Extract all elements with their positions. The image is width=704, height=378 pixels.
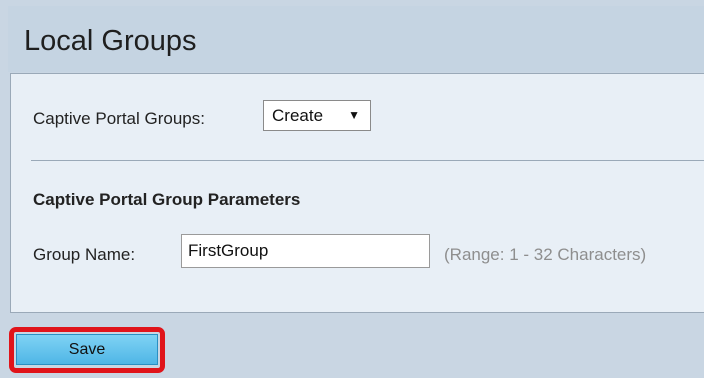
- group-name-range-hint: (Range: 1 - 32 Characters): [444, 245, 647, 264]
- captive-portal-groups-select[interactable]: Create ▼: [263, 100, 371, 131]
- group-name-field[interactable]: [181, 234, 430, 268]
- group-parameters-heading: Captive Portal Group Parameters: [33, 190, 301, 209]
- title-bar: Local Groups: [8, 6, 704, 72]
- page-title: Local Groups: [24, 25, 197, 57]
- group-name-label: Group Name:: [33, 245, 136, 264]
- captive-portal-groups-label: Captive Portal Groups:: [33, 109, 205, 128]
- save-button[interactable]: Save: [16, 334, 158, 365]
- chevron-down-icon: ▼: [348, 108, 360, 122]
- section-divider: [31, 160, 704, 161]
- form-panel: Captive Portal Groups: Create ▼ Captive …: [10, 73, 704, 313]
- captive-portal-groups-select-value: Create: [272, 106, 324, 125]
